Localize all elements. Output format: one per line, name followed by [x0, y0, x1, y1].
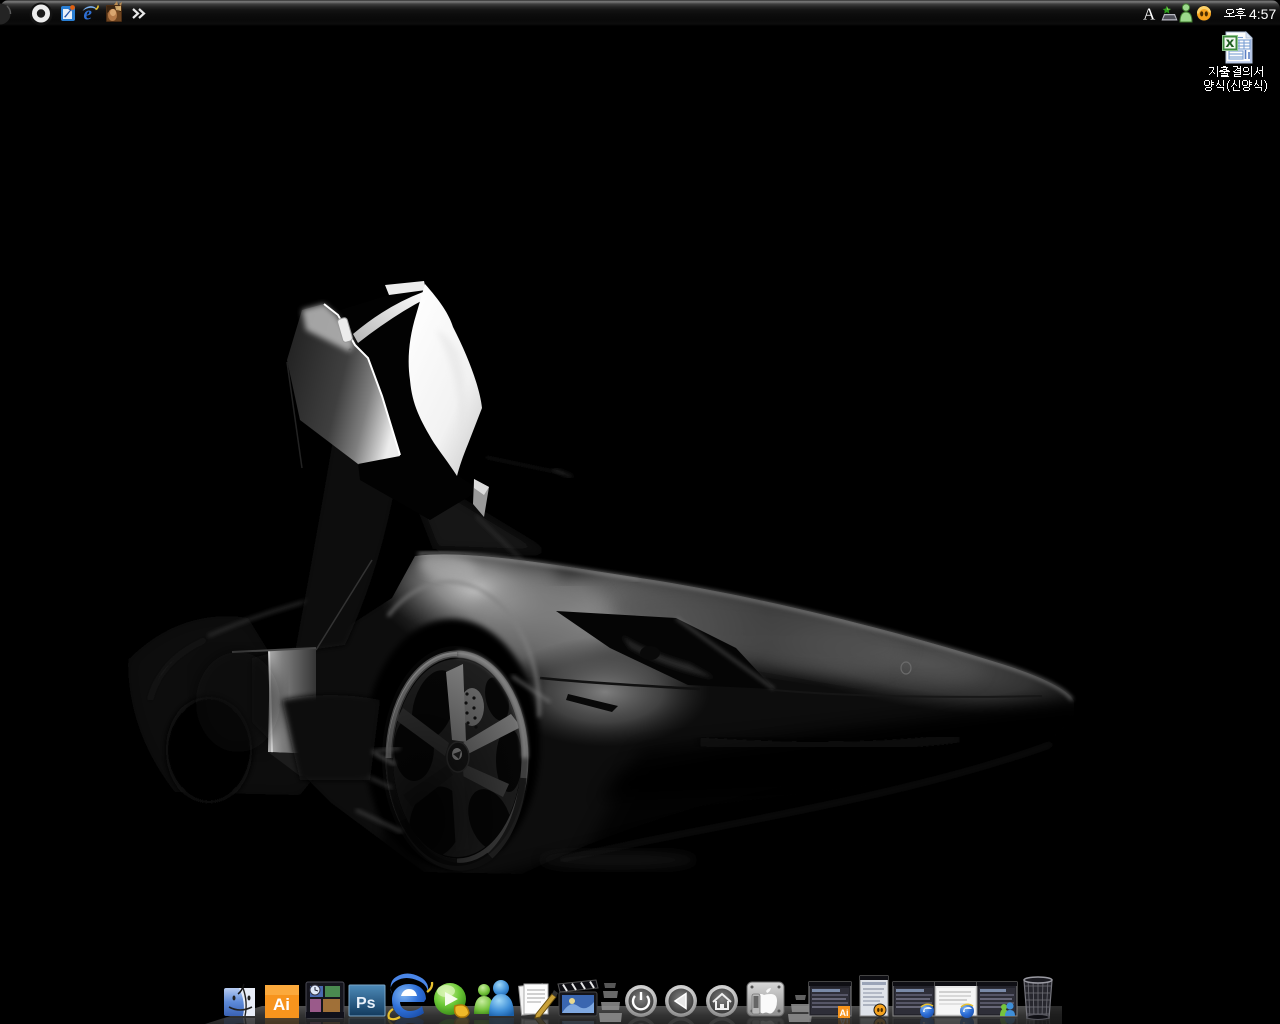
svg-text:Ps: Ps [356, 995, 376, 1012]
svg-text:Ai: Ai [840, 1008, 849, 1018]
svg-text:Ai: Ai [273, 995, 290, 1014]
